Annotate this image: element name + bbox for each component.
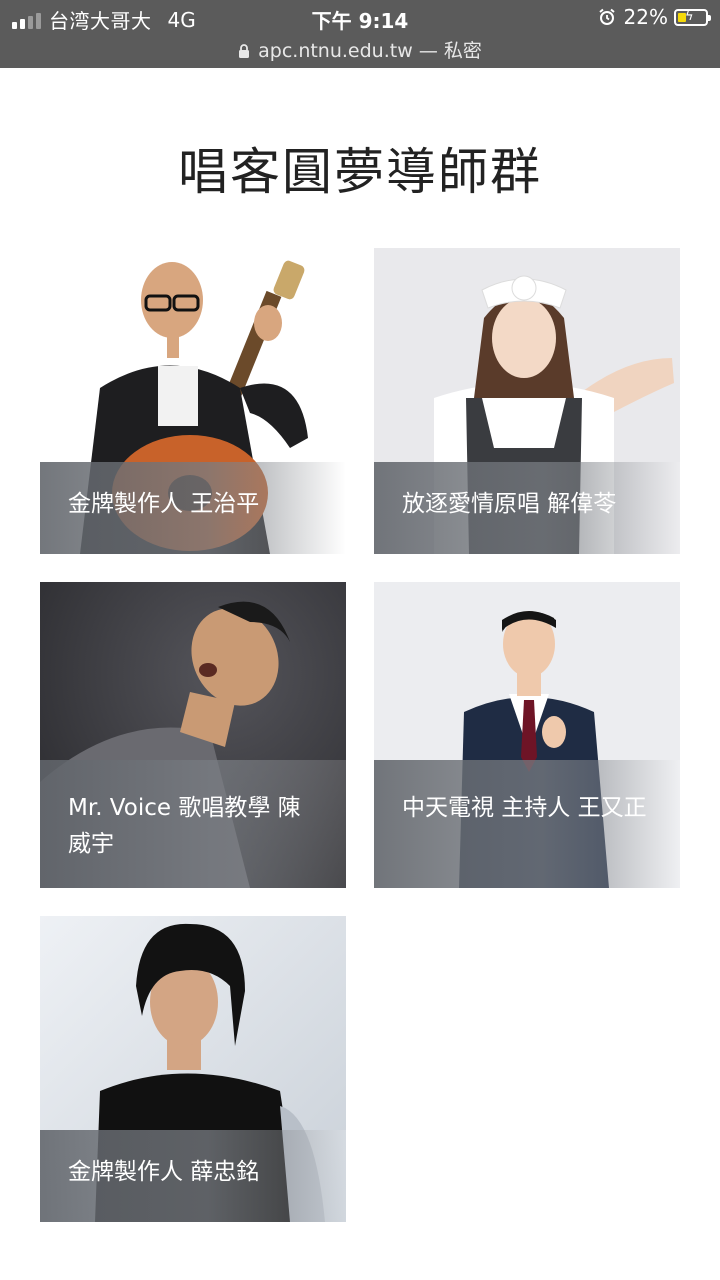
private-label: — 私密 [418,40,482,62]
battery-percent: 22% [623,5,668,29]
url-text: apc.ntnu.edu.tw [258,40,413,62]
mentor-card[interactable]: 中天電視 主持人 王又正 [374,582,680,888]
alarm-icon [598,8,615,25]
mentor-card[interactable]: 金牌製作人 薛忠銘 [40,916,346,1222]
status-bar: 台湾大哥大 4G 下午 9:14 22% ϟ apc.ntnu.edu.tw —… [0,0,720,68]
mentor-caption: Mr. Voice 歌唱教學 陳威宇 [40,760,346,888]
lock-icon [239,44,250,58]
url-bar[interactable]: apc.ntnu.edu.tw — 私密 [0,36,720,63]
mentor-caption: 放逐愛情原唱 解偉苓 [374,462,680,554]
mentor-caption: 金牌製作人 王治平 [40,462,346,554]
mentor-card[interactable]: 金牌製作人 王治平 [40,248,346,554]
mentor-card[interactable]: Mr. Voice 歌唱教學 陳威宇 [40,582,346,888]
status-right: 22% ϟ [598,5,711,29]
mentor-caption: 金牌製作人 薛忠銘 [40,1130,346,1222]
battery-icon: ϟ [674,8,711,26]
mentor-card[interactable]: 放逐愛情原唱 解偉苓 [374,248,680,554]
page-title: 唱客圓夢導師群 [178,142,542,201]
mentor-caption: 中天電視 主持人 王又正 [374,760,680,888]
